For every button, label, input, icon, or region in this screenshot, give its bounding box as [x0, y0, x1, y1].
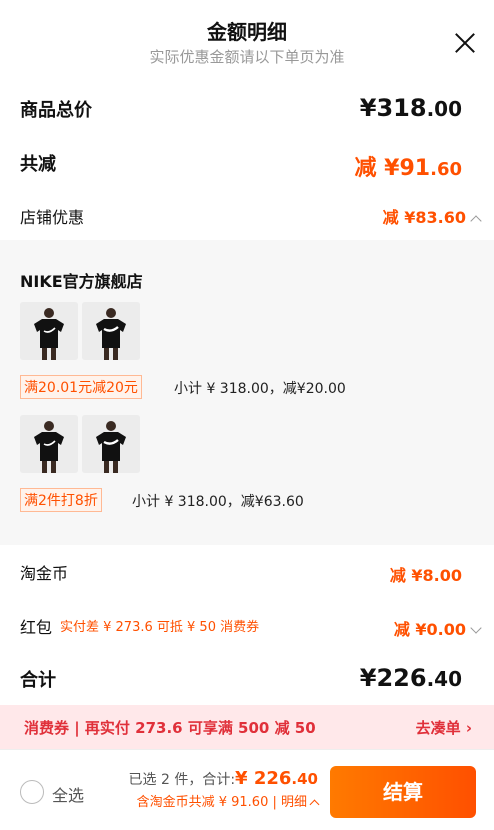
product-thumbnail[interactable]	[82, 415, 140, 473]
shop-discount-panel: NIKE官方旗舰店 满20.01元减20元 小计 ¥ 318.00，减¥20.0…	[0, 240, 494, 545]
chevron-up-icon	[309, 799, 320, 809]
shop-discount-value: 减 ¥83.60	[382, 208, 466, 227]
tshirt-model-icon	[82, 415, 140, 473]
price-decimal: .40	[426, 667, 462, 691]
hongbao-note: 实付差 ¥ 273.6 可抵 ¥ 50 消费券	[60, 620, 260, 635]
product-thumbnail[interactable]	[20, 302, 78, 360]
taojinbi-label: 淘金币	[20, 564, 69, 583]
total-price-row: 商品总价 ¥318.00	[0, 92, 494, 132]
hongbao-value-wrap: 减 ¥0.00	[393, 616, 482, 640]
sheet-header: 金额明细 实际优惠金额请以下单页为准	[0, 0, 494, 80]
hongbao-row[interactable]: 红包 实付差 ¥ 273.6 可抵 ¥ 50 消费券 减 ¥0.00	[0, 610, 494, 644]
select-all-checkbox[interactable]	[20, 780, 44, 804]
reduce-integer: 91	[399, 156, 431, 181]
selected-count-text: 已选 2 件，合计:	[128, 772, 236, 788]
summary-line: 已选 2 件，合计:¥ 226.40	[129, 768, 318, 789]
tshirt-model-icon	[20, 415, 78, 473]
amount-decimal: .40	[291, 770, 318, 788]
price-integer: 226	[376, 664, 427, 692]
price-integer: 318	[376, 94, 427, 122]
shop-discount-label: 店铺优惠	[20, 208, 85, 227]
product-thumbnail[interactable]	[20, 415, 78, 473]
add-more-link[interactable]: 去凑单 ›	[416, 717, 472, 738]
hongbao-value: 减 ¥0.00	[393, 620, 466, 639]
product-thumbnail[interactable]	[82, 302, 140, 360]
sheet-subtitle: 实际优惠金额请以下单页为准	[149, 48, 345, 66]
currency-symbol: ¥	[235, 768, 254, 789]
reduce-decimal: .60	[430, 159, 462, 180]
group-subtotal: 小计 ¥ 318.00，减¥20.00	[174, 381, 346, 397]
taojinbi-row: 淘金币 减 ¥8.00	[0, 556, 494, 590]
total-reduce-label: 共减	[20, 154, 56, 175]
total-reduce-value: 减 ¥91.60	[355, 150, 462, 182]
price-decimal: .00	[426, 97, 462, 121]
coupon-banner-text: 消费券 | 再实付 273.6 可享满 500 减 50	[24, 719, 316, 737]
checkout-bar: 全选 已选 2 件，合计:¥ 226.40 含淘金币共减 ¥ 91.60 | 明…	[0, 749, 494, 830]
shop-name: NIKE官方旗舰店	[20, 272, 143, 291]
checkout-button[interactable]: 结算	[330, 766, 476, 818]
total-price-label: 商品总价	[20, 100, 92, 121]
amount-integer: 226	[253, 768, 292, 789]
checkout-summary: 已选 2 件，合计:¥ 226.40 含淘金币共减 ¥ 91.60 | 明细	[129, 768, 320, 810]
coupon-banner: 消费券 | 再实付 273.6 可享满 500 减 50 去凑单 ›	[0, 705, 494, 749]
detail-toggle[interactable]: 含淘金币共减 ¥ 91.60 | 明细	[129, 791, 320, 810]
sum-value: ¥226.40	[360, 664, 462, 692]
hongbao-label: 红包	[20, 618, 53, 637]
checkout-amount: ¥ 226.40	[235, 768, 318, 789]
currency-symbol: ¥	[359, 94, 377, 122]
sum-label: 合计	[20, 670, 56, 691]
select-all-label[interactable]: 全选	[52, 782, 84, 806]
sheet-title: 金额明细	[207, 20, 287, 44]
sum-row: 合计 ¥226.40	[0, 660, 494, 700]
shop-discount-value-wrap: 减 ¥83.60	[382, 204, 482, 228]
close-icon[interactable]	[452, 30, 478, 56]
chevron-up-icon[interactable]	[470, 214, 482, 227]
reduce-prefix: 减 ¥	[354, 156, 400, 181]
detail-text: 含淘金币共减 ¥ 91.60 | 明细	[136, 795, 307, 810]
total-price-value: ¥318.00	[360, 94, 462, 122]
promo-tag: 满20.01元减20元	[20, 375, 142, 399]
promo-tag: 满2件打8折	[20, 488, 102, 512]
taojinbi-value: 减 ¥8.00	[389, 566, 462, 585]
tshirt-model-icon	[82, 302, 140, 360]
group-subtotal: 小计 ¥ 318.00，减¥63.60	[132, 494, 304, 510]
total-reduce-row: 共减 减 ¥91.60	[0, 146, 494, 186]
tshirt-model-icon	[20, 302, 78, 360]
chevron-down-icon[interactable]	[470, 621, 482, 634]
shop-discount-row[interactable]: 店铺优惠 减 ¥83.60	[0, 200, 494, 234]
currency-symbol: ¥	[359, 664, 377, 692]
